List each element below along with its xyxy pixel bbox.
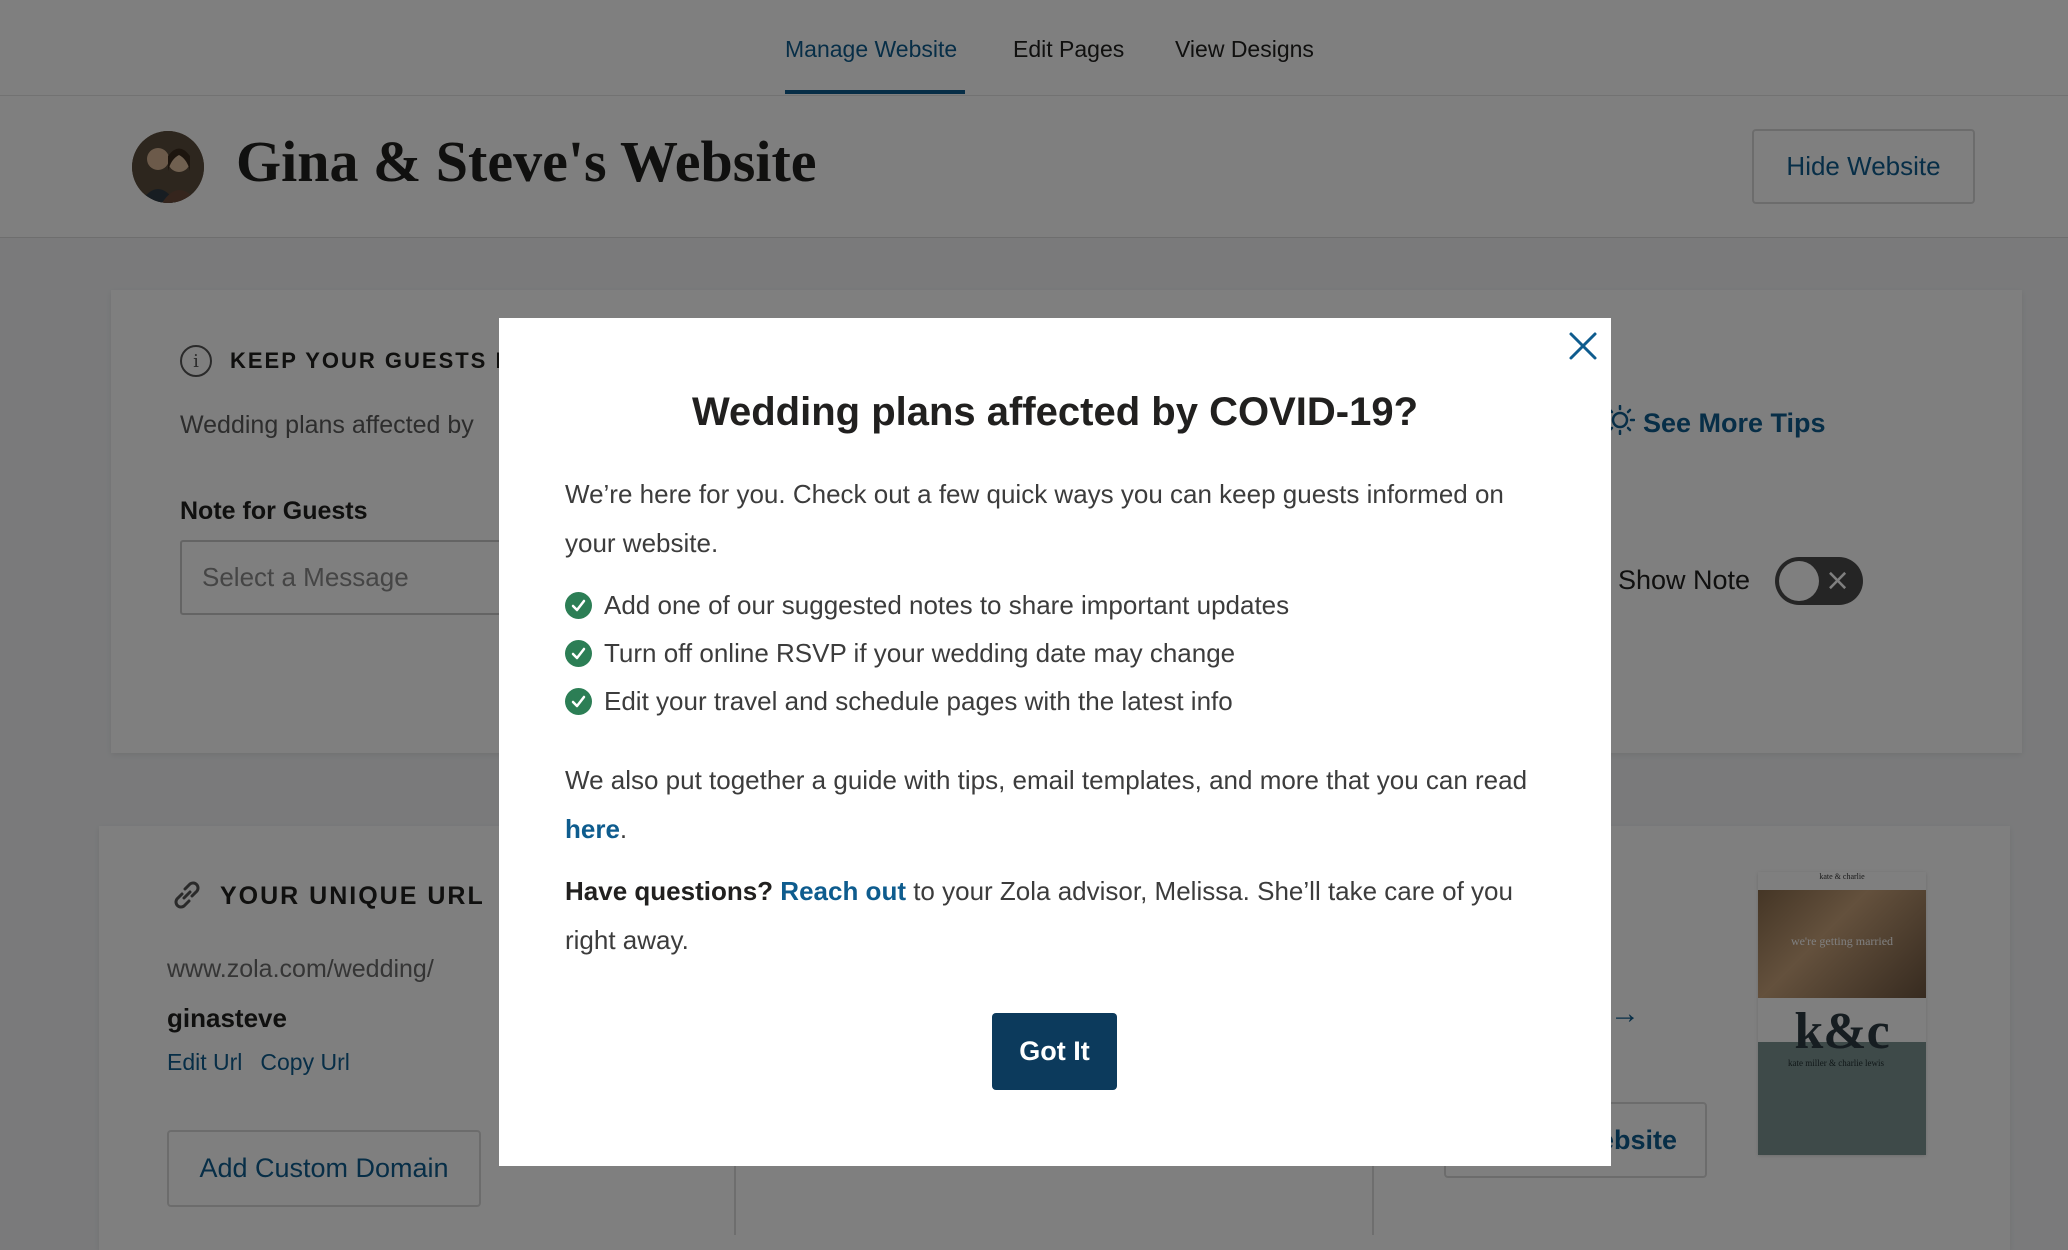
guide-prefix: We also put together a guide with tips, … — [565, 765, 1528, 795]
check-icon — [565, 687, 592, 715]
list-item: Add one of our suggested notes to share … — [565, 581, 1289, 629]
checklist-item-text: Turn off online RSVP if your wedding dat… — [604, 637, 1236, 668]
guide-here-link[interactable]: here — [565, 814, 620, 844]
check-icon — [565, 639, 592, 667]
questions-text: Have questions? Reach out to your Zola a… — [565, 867, 1555, 965]
modal-intro-text: We’re here for you. Check out a few quic… — [565, 479, 1504, 558]
checklist-item-text: Edit your travel and schedule pages with… — [604, 685, 1233, 716]
checklist-item-text: Add one of our suggested notes to share … — [604, 589, 1290, 620]
close-icon[interactable] — [1563, 326, 1603, 366]
list-item: Edit your travel and schedule pages with… — [565, 677, 1289, 725]
covid-modal: Wedding plans affected by COVID-19? We’r… — [499, 318, 1611, 1166]
questions-label: Have questions? — [565, 876, 774, 906]
reach-out-link[interactable]: Reach out — [780, 876, 906, 906]
got-it-button[interactable]: Got It — [992, 1013, 1117, 1090]
list-item: Turn off online RSVP if your wedding dat… — [565, 629, 1289, 677]
tips-checklist: Add one of our suggested notes to share … — [565, 581, 1289, 725]
guide-text: We also put together a guide with tips, … — [565, 756, 1555, 854]
check-icon — [565, 591, 592, 619]
guide-suffix: . — [619, 814, 628, 844]
modal-title: Wedding plans affected by COVID-19? — [691, 390, 1419, 434]
